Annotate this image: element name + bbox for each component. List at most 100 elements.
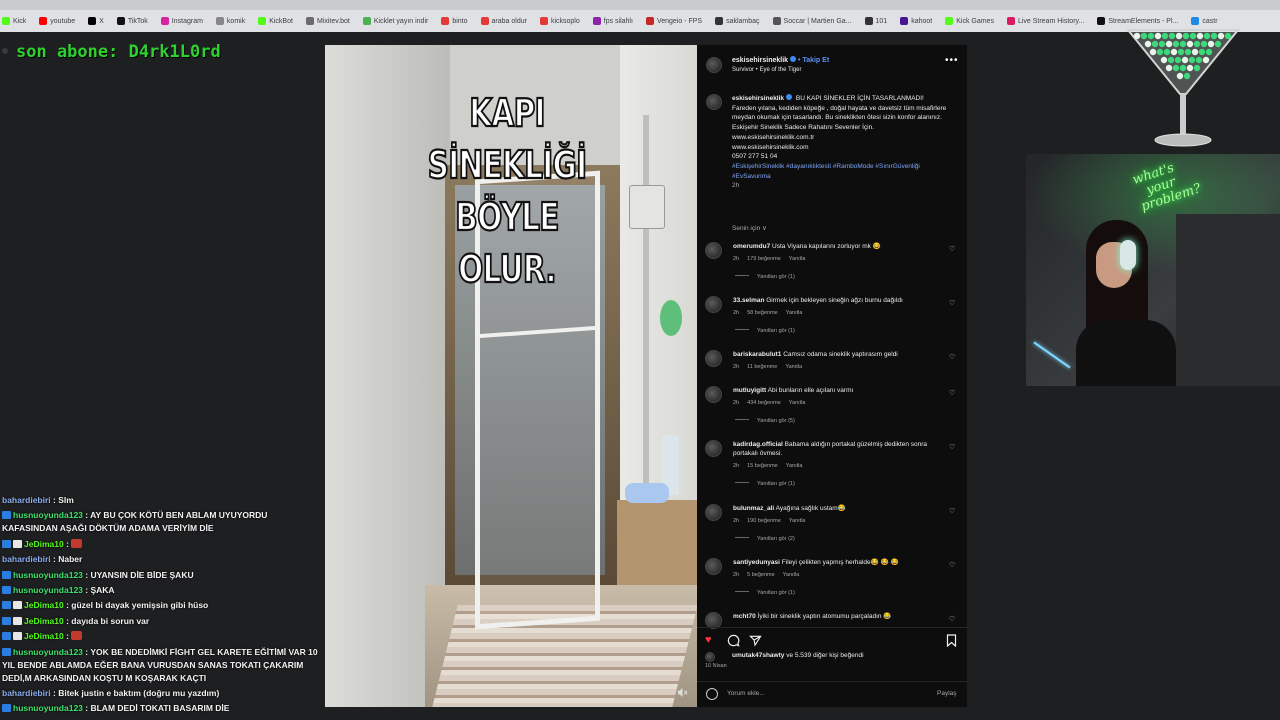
- reply-button[interactable]: Yanıtla: [789, 518, 806, 524]
- comment-avatar[interactable]: [705, 350, 722, 367]
- comment-avatar[interactable]: [705, 440, 722, 457]
- comment-likes[interactable]: 58 beğenme: [747, 310, 778, 316]
- like-heart-icon[interactable]: ♡: [949, 561, 955, 569]
- bookmark-item[interactable]: binto: [441, 17, 468, 25]
- reply-button[interactable]: Yanıtla: [789, 400, 806, 406]
- bookmark-item[interactable]: Mixitev.bot: [305, 17, 350, 25]
- comment-likes[interactable]: 190 beğenme: [747, 518, 781, 524]
- like-heart-icon[interactable]: ♡: [949, 443, 955, 451]
- emoji-icon[interactable]: [706, 688, 718, 700]
- bookmark-icon[interactable]: [946, 634, 957, 650]
- view-replies-link[interactable]: Yanıtları gör (5): [735, 418, 795, 424]
- comment-username[interactable]: bariskarabulut1: [733, 351, 781, 358]
- bookmark-item[interactable]: araba oldur: [480, 17, 527, 25]
- comment-meta: 2h 15 beğenme Yanıtla: [733, 463, 810, 469]
- author-username[interactable]: eskisehirsineklik: [732, 57, 788, 64]
- comment-avatar[interactable]: [705, 504, 722, 521]
- author-avatar[interactable]: [706, 57, 722, 73]
- bookmark-item[interactable]: TikTok: [116, 17, 148, 25]
- likes-count[interactable]: ve 5.539 diğer kişi beğendi: [786, 652, 863, 659]
- view-replies-link[interactable]: Yanıtları gör (2): [735, 536, 795, 542]
- view-replies-link[interactable]: Yanıtları gör (1): [735, 590, 795, 596]
- comment-username[interactable]: mutluyigitt: [733, 387, 766, 394]
- chat-username[interactable]: husnuoyunda123: [13, 585, 83, 595]
- chat-username[interactable]: bahardiebiri: [2, 495, 51, 505]
- reply-button[interactable]: Yanıtla: [785, 364, 802, 370]
- reply-button[interactable]: Yanıtla: [786, 463, 803, 469]
- view-replies-link[interactable]: Yanıtları gör (1): [735, 328, 795, 334]
- chat-username[interactable]: JeDima10: [24, 616, 64, 626]
- post-comment-button[interactable]: Paylaş: [937, 690, 957, 697]
- view-replies-link[interactable]: Yanıtları gör (1): [735, 274, 795, 280]
- bookmark-item[interactable]: kicksoplo: [539, 17, 580, 25]
- post-video[interactable]: KAPI SİNEKLİĞİ BÖYLE OLUR.: [325, 45, 697, 707]
- bookmark-item[interactable]: Soccar | Martien Ga...: [772, 17, 852, 25]
- like-heart-icon[interactable]: ♡: [949, 299, 955, 307]
- chat-username[interactable]: JeDima10: [24, 600, 64, 610]
- bookmark-label: Kick: [13, 17, 27, 25]
- comment-avatar[interactable]: [705, 296, 722, 313]
- chat-username[interactable]: bahardiebiri: [2, 688, 51, 698]
- comment-username[interactable]: bulunmaz_ali: [733, 505, 774, 512]
- bookmark-item[interactable]: Live Stream History...: [1006, 17, 1084, 25]
- comment-sort-dropdown[interactable]: Senin için ∨: [732, 224, 767, 232]
- comment-avatar[interactable]: [705, 386, 722, 403]
- bookmark-item[interactable]: KickBot: [258, 17, 293, 25]
- like-heart-icon[interactable]: ♡: [949, 389, 955, 397]
- chat-username[interactable]: husnuoyunda123: [13, 570, 83, 580]
- audio-track[interactable]: Survivor • Eye of the Tiger: [732, 67, 801, 73]
- bookmark-item[interactable]: X: [88, 17, 104, 25]
- heart-icon[interactable]: ♥: [705, 634, 712, 646]
- like-heart-icon[interactable]: ♡: [949, 245, 955, 253]
- comment-avatar[interactable]: [705, 242, 722, 259]
- comment-username[interactable]: omerumdu7: [733, 243, 770, 250]
- bookmark-item[interactable]: Kick: [2, 17, 26, 25]
- like-heart-icon[interactable]: ♡: [949, 615, 955, 623]
- caption-hashtags[interactable]: #EskişehirSineklik #dayanıklıktesti #Ram…: [732, 163, 920, 180]
- more-horizontal-icon[interactable]: •••: [945, 55, 959, 66]
- like-heart-icon[interactable]: ♡: [949, 353, 955, 361]
- bookmark-item[interactable]: 101: [864, 17, 887, 25]
- bookmark-item[interactable]: kahoot: [900, 17, 932, 25]
- comment-avatar[interactable]: [705, 558, 722, 575]
- chat-username[interactable]: JeDima10: [24, 539, 64, 549]
- comment-likes[interactable]: 434 beğenme: [747, 400, 781, 406]
- chat-text: :: [66, 538, 69, 549]
- bookmark-item[interactable]: youtube: [39, 17, 75, 25]
- bookmark-label: araba oldur: [491, 17, 527, 25]
- comment-input[interactable]: Yorum ekle...: [727, 690, 765, 697]
- chat-username[interactable]: husnuoyunda123: [13, 647, 83, 657]
- reply-button[interactable]: Yanıtla: [783, 572, 800, 578]
- bookmark-item[interactable]: Instagram: [160, 17, 203, 25]
- reply-button[interactable]: Yanıtla: [786, 310, 803, 316]
- caption-username[interactable]: eskisehirsineklik: [732, 95, 784, 102]
- follow-button[interactable]: • Takip Et: [798, 57, 829, 64]
- comment-likes[interactable]: 11 beğenme: [747, 364, 777, 370]
- chat-username[interactable]: husnuoyunda123: [13, 510, 83, 520]
- bookmark-item[interactable]: Kick Games: [945, 17, 994, 25]
- comment-username[interactable]: kadirdag.official: [733, 441, 783, 448]
- bookmark-item[interactable]: Kicklet yayın indir: [362, 17, 428, 25]
- mute-icon[interactable]: [677, 687, 689, 699]
- comment-icon[interactable]: [727, 634, 740, 650]
- share-icon[interactable]: [749, 634, 762, 650]
- chat-username[interactable]: bahardiebiri: [2, 554, 51, 564]
- bookmark-item[interactable]: saklambaç: [715, 17, 760, 25]
- bookmark-item[interactable]: komik: [215, 17, 245, 25]
- view-replies-link[interactable]: Yanıtları gör (1): [735, 481, 795, 487]
- comment-username[interactable]: mcht70: [733, 613, 756, 620]
- likes-username[interactable]: umutak47shawty: [732, 652, 784, 659]
- bookmark-item[interactable]: Vengeio - FPS: [645, 17, 702, 25]
- comment-likes[interactable]: 15 beğenme: [747, 463, 778, 469]
- caption-avatar[interactable]: [706, 94, 722, 110]
- reply-button[interactable]: Yanıtla: [789, 256, 806, 262]
- comment-likes[interactable]: 5 beğenme: [747, 572, 775, 578]
- chat-username[interactable]: JeDima10: [24, 631, 64, 641]
- like-heart-icon[interactable]: ♡: [949, 507, 955, 515]
- comment-username[interactable]: santiyedunyasi: [733, 559, 780, 566]
- comment-likes[interactable]: 179 beğenme: [747, 256, 781, 262]
- chat-username[interactable]: husnuoyunda123: [13, 703, 83, 713]
- comment-username[interactable]: 33.selman: [733, 297, 764, 304]
- bookmark-item[interactable]: fps silahlı: [592, 17, 633, 25]
- comment-body: santiyedunyasi Fileyi çelikten yapmış he…: [733, 558, 938, 567]
